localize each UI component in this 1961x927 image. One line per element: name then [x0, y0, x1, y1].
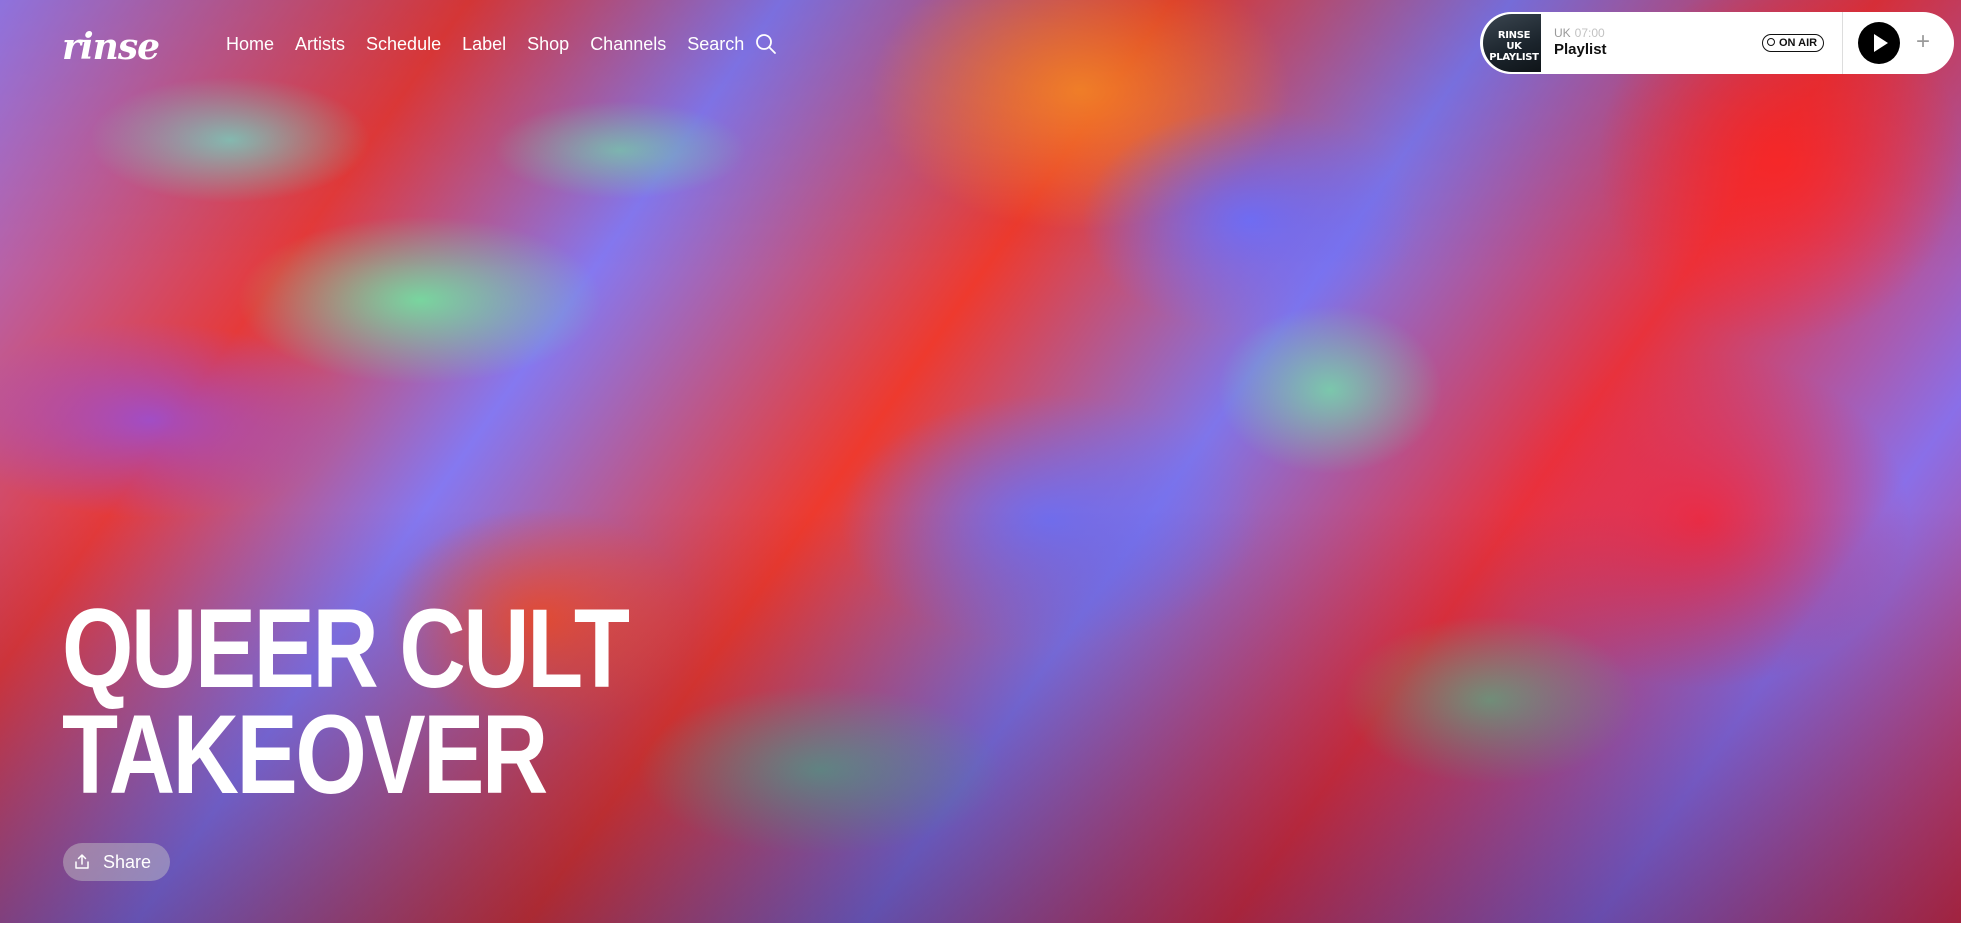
on-air-badge: ON AIR — [1762, 34, 1825, 52]
nav-item-search[interactable]: Search — [687, 30, 744, 58]
share-icon — [75, 854, 89, 869]
nav-item-channels[interactable]: Channels — [590, 30, 666, 58]
rinse-logo[interactable]: rinse — [62, 26, 160, 68]
thumbnail-text: RINSE UK PLAYLIST — [1489, 30, 1539, 63]
main-nav: Home Artists Schedule Label Shop Channel… — [226, 30, 777, 58]
page-title: QUEER CULT TAKEOVER — [62, 586, 630, 817]
player-divider — [1842, 12, 1843, 74]
plus-icon[interactable]: + — [1910, 29, 1936, 55]
nav-item-label[interactable]: Label — [462, 30, 506, 58]
player-thumbnail[interactable]: RINSE UK PLAYLIST — [1483, 14, 1541, 72]
player-meta: UK 07:00 Playlist — [1554, 26, 1607, 60]
nav-item-artists[interactable]: Artists — [295, 30, 345, 58]
show-time: 07:00 — [1574, 26, 1605, 40]
show-title[interactable]: Playlist — [1554, 40, 1607, 60]
channel-time: UK 07:00 — [1554, 26, 1607, 40]
nav-item-home[interactable]: Home — [226, 30, 274, 58]
live-player: RINSE UK PLAYLIST UK 07:00 Playlist ON AI… — [1480, 12, 1954, 74]
title-line-1: QUEER CULT — [62, 586, 630, 711]
nav-item-shop[interactable]: Shop — [527, 30, 569, 58]
search-icon[interactable] — [755, 33, 777, 55]
nav-item-schedule[interactable]: Schedule — [366, 30, 441, 58]
channel-name: UK — [1554, 26, 1571, 40]
on-air-dot-icon — [1767, 38, 1775, 46]
share-button[interactable]: Share — [63, 843, 170, 881]
share-label: Share — [103, 851, 152, 872]
play-button[interactable] — [1858, 22, 1900, 64]
title-line-2: TAKEOVER — [62, 692, 548, 817]
